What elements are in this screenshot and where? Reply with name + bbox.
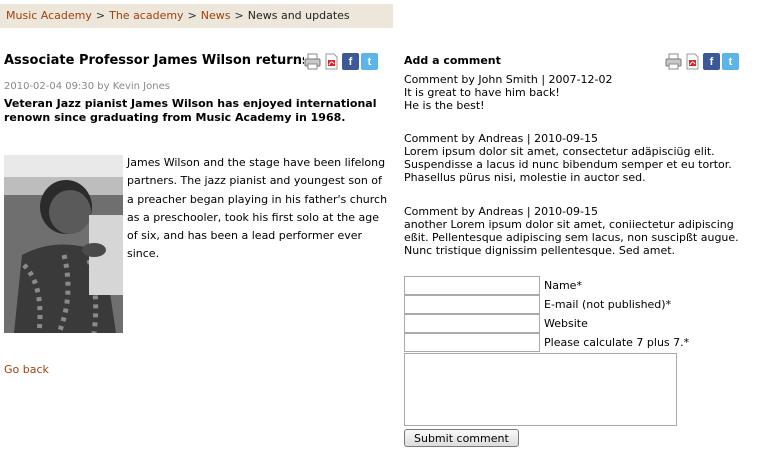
- name-row: Name*: [404, 276, 582, 295]
- pdf-icon[interactable]: [684, 53, 701, 70]
- name-label: Name*: [544, 279, 582, 292]
- email-input[interactable]: [404, 295, 540, 314]
- twitter-icon[interactable]: t: [361, 53, 378, 70]
- article-title: Associate Professor James Wilson returns: [4, 53, 310, 68]
- captcha-label: Please calculate 7 plus 7.*: [544, 336, 690, 349]
- comment-line: It is great to have him back!: [404, 86, 560, 99]
- comment-line: eßit. Pellentesque adipiscing sem lacus,…: [404, 231, 739, 244]
- comment-line: Phasellus pürus nisi, molestie in auctor…: [404, 171, 646, 184]
- article-meta: 2010-02-04 09:30 by Kevin Jones: [4, 81, 170, 92]
- article-lead: Veteran Jazz pianist James Wilson has en…: [4, 97, 377, 124]
- website-input[interactable]: [404, 314, 540, 333]
- comment-line: Suspendisse a lacus id nunc bibendum sem…: [404, 158, 732, 171]
- submit-comment-button[interactable]: Submit comment: [404, 429, 519, 447]
- facebook-icon[interactable]: f: [703, 53, 720, 70]
- comment-line: another Lorem ipsum dolor sit amet, coni…: [404, 218, 734, 231]
- captcha-input[interactable]: [404, 333, 540, 352]
- comment-line: He is the best!: [404, 99, 485, 112]
- facebook-icon[interactable]: f: [342, 53, 359, 70]
- twitter-icon[interactable]: t: [722, 53, 739, 70]
- breadcrumb-separator: >: [187, 9, 197, 22]
- comments-share-toolbar: f t: [665, 53, 739, 70]
- name-input[interactable]: [404, 276, 540, 295]
- website-label: Website: [544, 317, 588, 330]
- comment-textarea[interactable]: [404, 353, 677, 426]
- breadcrumb-link-music-academy[interactable]: Music Academy: [6, 9, 92, 22]
- comment: Comment by Andreas | 2010-09-15 another …: [404, 205, 758, 257]
- print-icon[interactable]: [665, 53, 682, 70]
- add-comment-heading: Add a comment: [404, 54, 501, 67]
- print-icon[interactable]: [304, 53, 321, 70]
- email-row: E-mail (not published)*: [404, 295, 671, 314]
- breadcrumb-link-news[interactable]: News: [201, 9, 231, 22]
- breadcrumb-separator: >: [95, 9, 106, 22]
- comment-line: Nunc tristique dignissim pellentesque. S…: [404, 244, 676, 257]
- comment-header: Comment by Andreas | 2010-09-15: [404, 205, 599, 218]
- comment-line: Lorem ipsum dolor sit amet, consectetur …: [404, 145, 715, 158]
- email-label: E-mail (not published)*: [544, 298, 672, 311]
- captcha-row: Please calculate 7 plus 7.*: [404, 333, 689, 352]
- pdf-icon[interactable]: [323, 53, 340, 70]
- comment-header: Comment by Andreas | 2010-09-15: [404, 132, 599, 145]
- comment-header: Comment by John Smith | 2007-12-02: [404, 73, 613, 86]
- website-row: Website: [404, 314, 588, 333]
- comment: Comment by Andreas | 2010-09-15 Lorem ip…: [404, 132, 758, 184]
- breadcrumb-link-the-academy[interactable]: The academy: [109, 9, 183, 22]
- breadcrumb-current: News and updates: [247, 9, 350, 22]
- breadcrumb-separator: >: [234, 9, 244, 22]
- article-photo: [4, 155, 123, 333]
- article-body: James Wilson and the stage have been lif…: [127, 156, 388, 261]
- comment: Comment by John Smith | 2007-12-02 It is…: [404, 73, 758, 112]
- go-back-link[interactable]: Go back: [4, 363, 49, 376]
- article-share-toolbar: f t: [304, 53, 378, 70]
- breadcrumb: Music Academy > The academy > News > News and …: [0, 4, 393, 28]
